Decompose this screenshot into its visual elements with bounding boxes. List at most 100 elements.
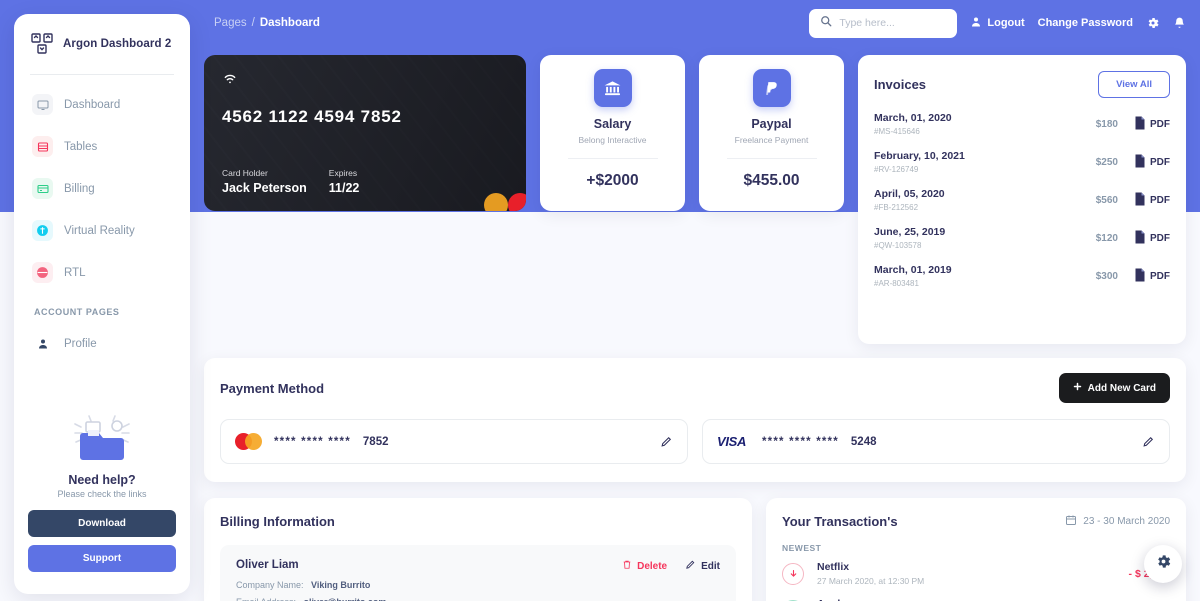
billing-entry: Oliver Liam Delete Edit Company Name: Vi… bbox=[220, 545, 736, 601]
divider bbox=[726, 158, 817, 159]
arrow-down-icon bbox=[782, 562, 804, 585]
contactless-wifi-icon bbox=[222, 71, 508, 92]
card-holder-block: Card Holder Jack Peterson bbox=[222, 168, 307, 195]
search-box[interactable]: Type here... bbox=[809, 8, 958, 38]
transaction-time: 27 March 2020, at 12:30 PM bbox=[817, 576, 925, 586]
card-expires-label: Expires bbox=[328, 168, 358, 178]
stat-card-amount: +$2000 bbox=[586, 172, 639, 189]
pencil-icon bbox=[685, 559, 696, 573]
sidebar-item-dashboard[interactable]: Dashboard bbox=[24, 85, 180, 124]
payment-cards-list: **** **** **** 7852 VISA **** **** **** … bbox=[220, 419, 1170, 464]
view-all-button[interactable]: View All bbox=[1098, 71, 1170, 98]
billing-email-row: Email Address: oliver@burrito.com bbox=[236, 597, 720, 601]
sidebar-item-label: Profile bbox=[64, 337, 97, 350]
invoice-pdf-button[interactable]: PDF bbox=[1134, 268, 1170, 285]
visa-icon: VISA bbox=[717, 434, 747, 449]
billing-email-value: oliver@burrito.com bbox=[304, 597, 387, 601]
billing-company-value: Viking Burrito bbox=[311, 580, 371, 590]
support-button[interactable]: Support bbox=[28, 545, 176, 572]
pdf-label: PDF bbox=[1150, 118, 1170, 130]
sidebar-item-profile[interactable]: Profile bbox=[24, 324, 180, 363]
billing-entry-actions: Delete Edit bbox=[622, 559, 720, 573]
invoice-date: March, 01, 2019 bbox=[874, 264, 952, 276]
logout-button[interactable]: Logout bbox=[970, 16, 1025, 31]
invoice-row: March, 01, 2019 #AR-803481 $300 PDF bbox=[874, 264, 1170, 288]
invoice-date: February, 10, 2021 bbox=[874, 150, 965, 162]
sidebar-item-tables[interactable]: Tables bbox=[24, 127, 180, 166]
add-new-card-button[interactable]: Add New Card bbox=[1058, 373, 1170, 403]
invoice-amount: $300 bbox=[1095, 270, 1118, 282]
download-button[interactable]: Download bbox=[28, 510, 176, 537]
invoice-id: #AR-803481 bbox=[874, 279, 919, 288]
sidebar-item-label: Dashboard bbox=[64, 98, 121, 111]
sidebar: Argon Dashboard 2 Dashboard Tables Billi… bbox=[14, 14, 190, 594]
payment-card-visa[interactable]: VISA **** **** **** 5248 bbox=[702, 419, 1170, 464]
payment-method-panel: Payment Method Add New Card **** **** **… bbox=[204, 358, 1186, 482]
brand[interactable]: Argon Dashboard 2 bbox=[14, 14, 190, 70]
invoice-row: March, 01, 2020 #MS-415646 $180 PDF bbox=[874, 112, 1170, 136]
sidebar-item-label: RTL bbox=[64, 266, 86, 279]
main-content: 4562 1122 4594 7852 Card Holder Jack Pet… bbox=[200, 46, 1200, 601]
invoices-title: Invoices bbox=[874, 77, 927, 92]
delete-label: Delete bbox=[637, 560, 668, 572]
invoice-pdf-button[interactable]: PDF bbox=[1134, 154, 1170, 171]
argon-logo-icon bbox=[30, 32, 54, 56]
payment-method-header: Payment Method Add New Card bbox=[220, 373, 1170, 403]
table-icon bbox=[32, 136, 53, 157]
sidebar-help-card: Need help? Please check the links Downlo… bbox=[14, 407, 190, 594]
breadcrumb: Pages / Dashboard bbox=[214, 17, 320, 29]
search-input[interactable]: Type here... bbox=[839, 17, 894, 29]
pencil-icon[interactable] bbox=[660, 435, 673, 448]
pdf-label: PDF bbox=[1150, 156, 1170, 168]
divider bbox=[567, 158, 658, 159]
plus-icon bbox=[1073, 382, 1082, 394]
invoice-pdf-button[interactable]: PDF bbox=[1134, 192, 1170, 209]
invoice-amount: $120 bbox=[1095, 232, 1118, 244]
sidebar-item-rtl[interactable]: RTL bbox=[24, 253, 180, 292]
pdf-file-icon bbox=[1134, 116, 1146, 133]
transactions-group-label: NEWEST bbox=[782, 543, 822, 553]
invoices-header: Invoices View All bbox=[874, 71, 1170, 98]
transactions-date-range[interactable]: 23 - 30 March 2020 bbox=[1065, 514, 1170, 529]
sidebar-item-virtual-reality[interactable]: Virtual Reality bbox=[24, 211, 180, 250]
paypal-icon bbox=[752, 69, 791, 107]
invoice-id: #RV-126749 bbox=[874, 165, 919, 174]
stat-card-paypal: Paypal Freelance Payment $455.00 bbox=[699, 55, 844, 211]
transaction-info: Netflix 27 March 2020, at 12:30 PM bbox=[817, 561, 924, 586]
pencil-icon[interactable] bbox=[1142, 435, 1155, 448]
invoice-amount: $180 bbox=[1095, 118, 1118, 130]
pdf-file-icon bbox=[1134, 192, 1146, 209]
stat-card-title: Salary bbox=[593, 117, 632, 131]
invoice-pdf-button[interactable]: PDF bbox=[1134, 116, 1170, 133]
invoices-panel: Invoices View All March, 01, 2020 #MS-41… bbox=[858, 55, 1186, 344]
sidebar-nav: Dashboard Tables Billing Virtual Reality… bbox=[14, 85, 190, 366]
settings-fab-button[interactable] bbox=[1144, 545, 1182, 583]
card-holder-label: Card Holder bbox=[222, 168, 268, 178]
stat-card-amount: $455.00 bbox=[743, 172, 800, 189]
gear-icon[interactable] bbox=[1146, 16, 1160, 30]
delete-button[interactable]: Delete bbox=[622, 559, 667, 573]
search-icon bbox=[820, 14, 832, 32]
edit-button[interactable]: Edit bbox=[685, 559, 720, 573]
billing-entry-name: Oliver Liam bbox=[236, 559, 299, 571]
credit-card-icon bbox=[32, 178, 53, 199]
change-password-label: Change Password bbox=[1037, 17, 1133, 29]
invoice-date: March, 01, 2020 bbox=[874, 112, 952, 124]
pdf-label: PDF bbox=[1150, 194, 1170, 206]
billing-company-row: Company Name: Viking Burrito bbox=[236, 580, 720, 590]
payment-card-mask: **** **** **** bbox=[762, 435, 839, 448]
invoice-pdf-button[interactable]: PDF bbox=[1134, 230, 1170, 247]
card-expires-block: Expires 11/22 bbox=[329, 168, 360, 195]
sidebar-item-label: Tables bbox=[64, 140, 98, 153]
card-holder-value: Jack Peterson bbox=[222, 181, 307, 195]
payment-card-mastercard[interactable]: **** **** **** 7852 bbox=[220, 419, 688, 464]
change-password-button[interactable]: Change Password bbox=[1038, 17, 1133, 29]
logout-label: Logout bbox=[987, 17, 1025, 29]
credit-card-visual: 4562 1122 4594 7852 Card Holder Jack Pet… bbox=[204, 55, 526, 211]
sidebar-item-billing[interactable]: Billing bbox=[24, 169, 180, 208]
card-number: 4562 1122 4594 7852 bbox=[222, 107, 402, 126]
sidebar-divider bbox=[30, 74, 174, 75]
breadcrumb-root[interactable]: Pages bbox=[214, 17, 247, 29]
transactions-header: Your Transaction's 23 - 30 March 2020 bbox=[782, 514, 1170, 529]
bell-icon[interactable] bbox=[1173, 16, 1186, 30]
